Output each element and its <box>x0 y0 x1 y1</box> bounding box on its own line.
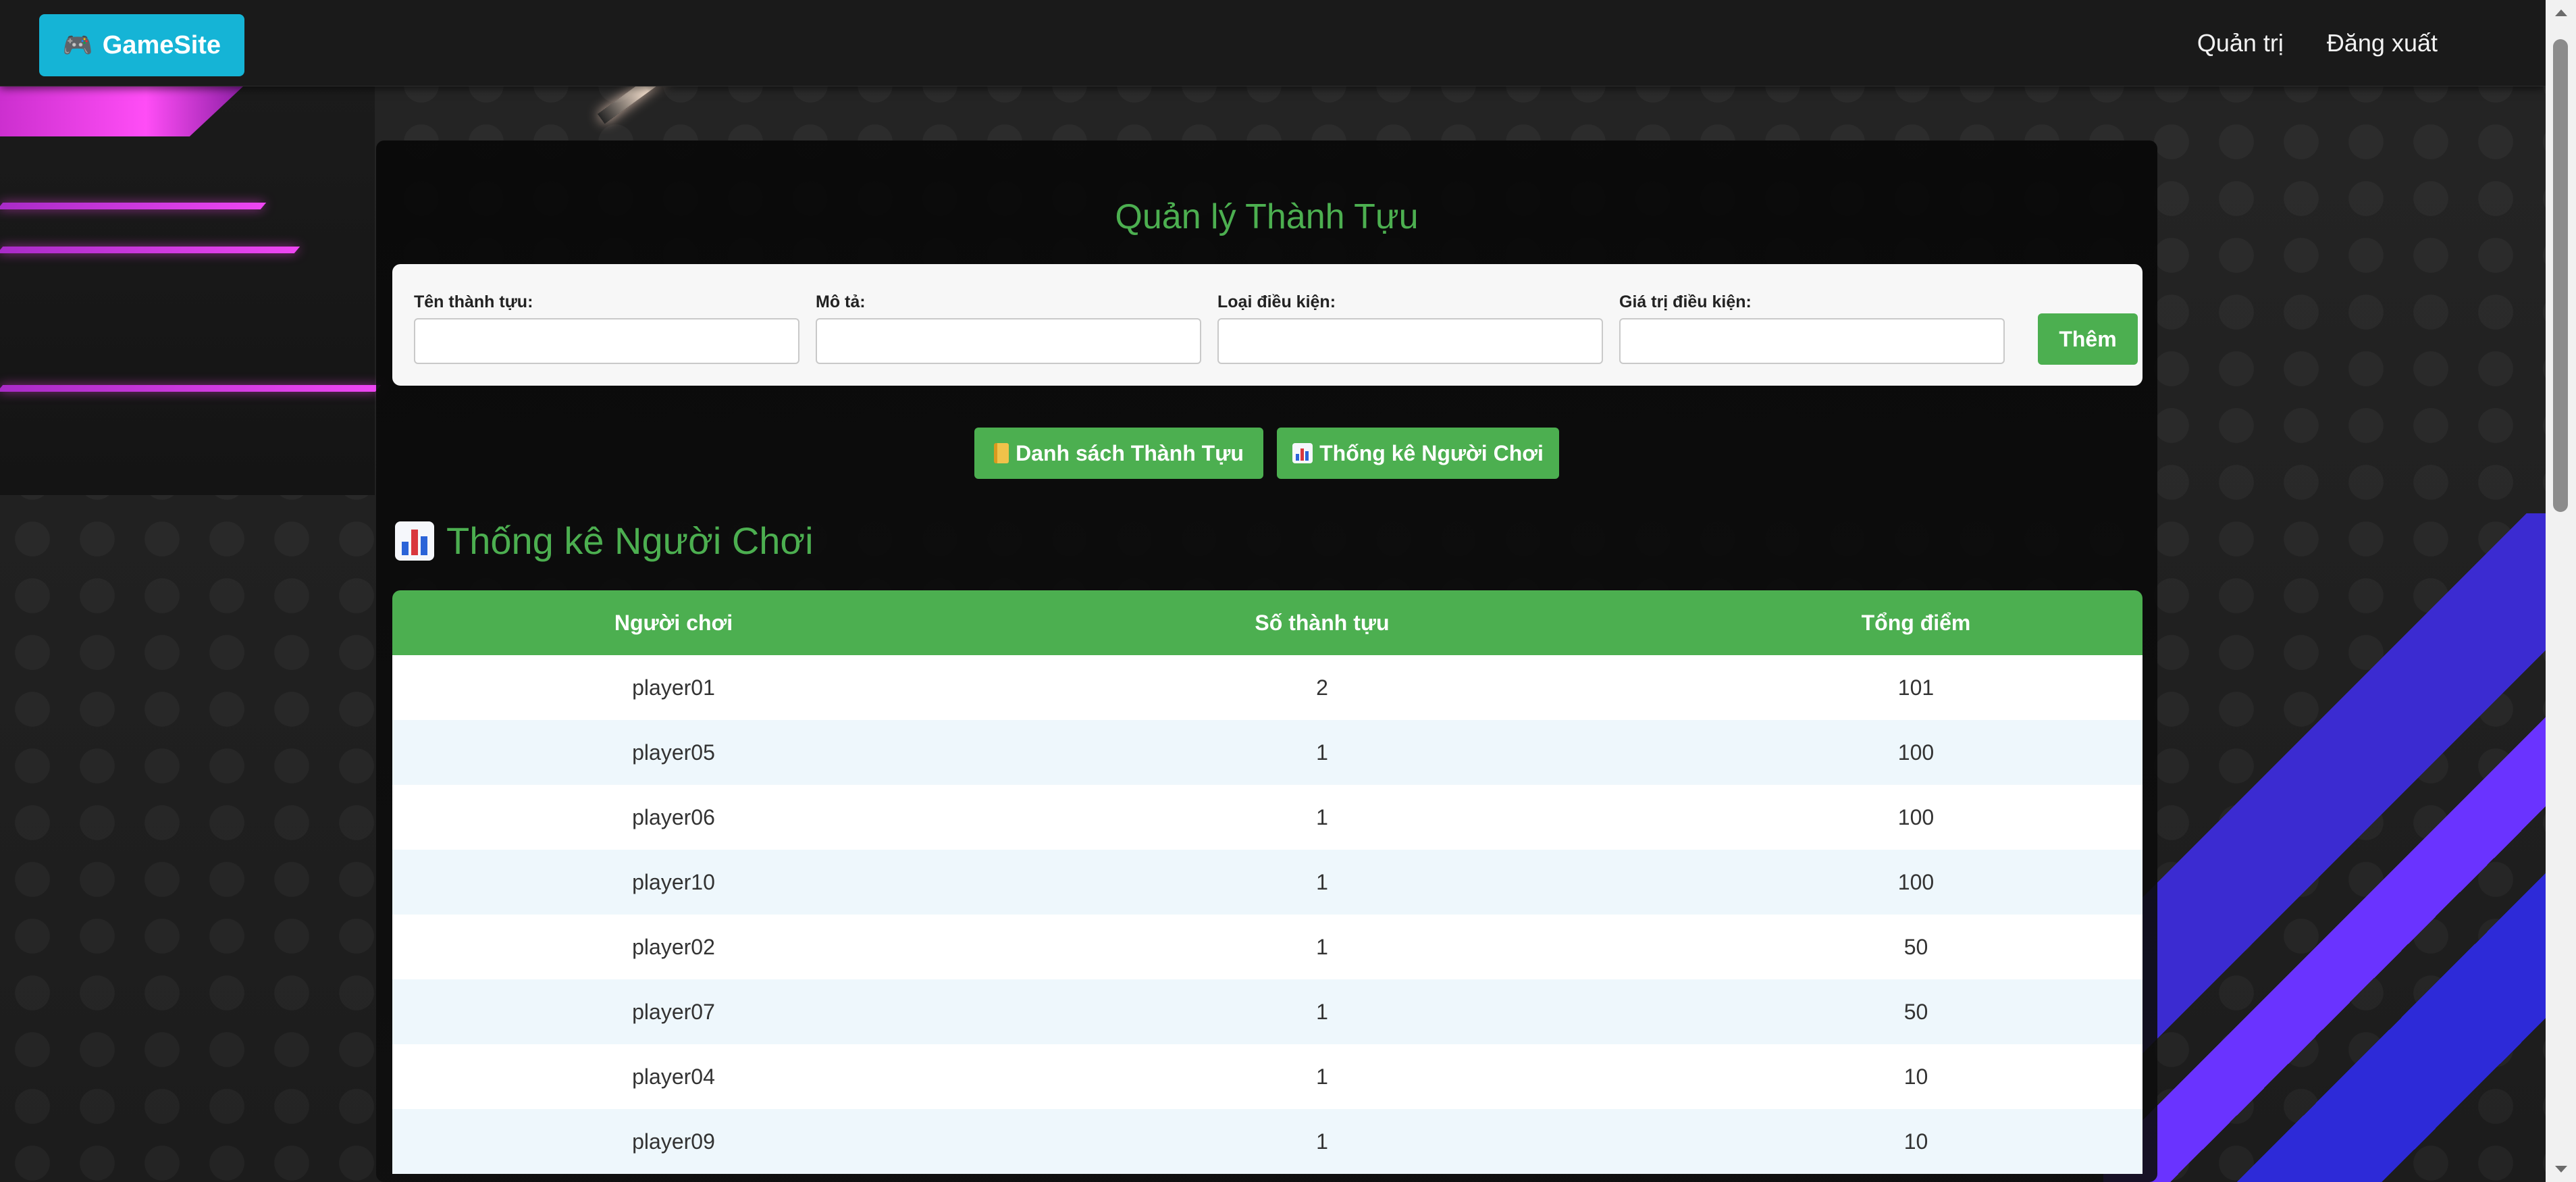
view-tabs: Danh sách Thành Tựu Thống kê Người Chơi <box>376 428 2157 479</box>
table-header-row: Người chơi Số thành tựu Tổng điểm <box>392 590 2143 655</box>
cell-player: player10 <box>392 850 955 915</box>
background-pink-line <box>0 247 300 253</box>
table-row: player02 1 50 <box>392 915 2143 979</box>
cell-player: player01 <box>392 655 955 720</box>
bar-chart-icon <box>395 521 434 561</box>
tab-achievement-list[interactable]: Danh sách Thành Tựu <box>974 428 1263 479</box>
main-container: Quản lý Thành Tựu Tên thành tựu: Mô tả: … <box>376 140 2157 1182</box>
vertical-scrollbar[interactable] <box>2546 0 2576 1182</box>
table-row: player06 1 100 <box>392 785 2143 850</box>
gamepad-icon: 🎮 <box>62 31 93 59</box>
cell-total-score: 50 <box>1689 979 2143 1044</box>
table-row: player10 1 100 <box>392 850 2143 915</box>
nav-link-logout[interactable]: Đăng xuất <box>2327 29 2438 57</box>
section-title: Thống kê Người Chơi <box>395 519 814 563</box>
cell-total-score: 101 <box>1689 655 2143 720</box>
page-title: Quản lý Thành Tựu <box>1115 197 1419 236</box>
field-label: Loại điều kiện: <box>1217 292 1336 311</box>
cell-achievement-count: 1 <box>955 979 1689 1044</box>
cell-total-score: 100 <box>1689 720 2143 785</box>
field-label: Giá trị điều kiện: <box>1619 292 1752 311</box>
background-left-panel <box>0 86 375 495</box>
background-pink-line <box>0 203 267 209</box>
table-row: player09 1 10 <box>392 1109 2143 1174</box>
scroll-thumb[interactable] <box>2553 39 2568 512</box>
bar-chart-icon <box>1292 443 1313 463</box>
scroll-down-arrow-icon[interactable] <box>2555 1166 2567 1173</box>
nav-links: Quản trị Đăng xuất <box>2197 0 2438 86</box>
cell-achievement-count: 1 <box>955 785 1689 850</box>
cell-achievement-count: 1 <box>955 720 1689 785</box>
section-title-label: Thống kê Người Chơi <box>446 519 814 562</box>
scroll-up-arrow-icon[interactable] <box>2555 9 2567 16</box>
cell-player: player02 <box>392 915 955 979</box>
ledger-icon <box>994 443 1009 463</box>
brand-label: GameSite <box>102 30 221 59</box>
cell-total-score: 10 <box>1689 1044 2143 1109</box>
background-pink-stripe <box>0 86 243 136</box>
nav-link-admin[interactable]: Quản trị <box>2197 29 2284 57</box>
cell-player: player04 <box>392 1044 955 1109</box>
tab-player-stats[interactable]: Thống kê Người Chơi <box>1277 428 1559 479</box>
cell-player: player07 <box>392 979 955 1044</box>
cell-achievement-count: 2 <box>955 655 1689 720</box>
table-row: player01 2 101 <box>392 655 2143 720</box>
column-header-achievement-count[interactable]: Số thành tựu <box>955 590 1689 655</box>
background-pink-line <box>0 385 382 392</box>
field-label: Mô tả: <box>816 292 866 311</box>
cell-achievement-count: 1 <box>955 1109 1689 1174</box>
description-input[interactable] <box>816 318 1201 364</box>
cell-total-score: 100 <box>1689 785 2143 850</box>
brand-logo-button[interactable]: 🎮 GameSite <box>39 14 244 76</box>
cell-player: player05 <box>392 720 955 785</box>
condition-type-input[interactable] <box>1217 318 1603 364</box>
add-achievement-form: Tên thành tựu: Mô tả: Loại điều kiện: Gi… <box>392 264 2143 386</box>
cell-total-score: 50 <box>1689 915 2143 979</box>
cell-achievement-count: 1 <box>955 915 1689 979</box>
top-navbar: 🎮 GameSite Quản trị Đăng xuất <box>0 0 2546 86</box>
cell-player: player06 <box>392 785 955 850</box>
player-stats-table: Người chơi Số thành tựu Tổng điểm player… <box>392 590 2143 1174</box>
background-purple-stripes <box>2103 513 2549 1182</box>
table-row: player04 1 10 <box>392 1044 2143 1109</box>
field-label: Tên thành tựu: <box>414 292 533 311</box>
cell-achievement-count: 1 <box>955 850 1689 915</box>
achievement-name-input[interactable] <box>414 318 799 364</box>
column-header-total-score[interactable]: Tổng điểm <box>1689 590 2143 655</box>
table-row: player07 1 50 <box>392 979 2143 1044</box>
tab-label: Danh sách Thành Tựu <box>1016 440 1244 465</box>
add-button[interactable]: Thêm <box>2038 313 2138 365</box>
cell-total-score: 100 <box>1689 850 2143 915</box>
column-header-player[interactable]: Người chơi <box>392 590 955 655</box>
table-row: player05 1 100 <box>392 720 2143 785</box>
cell-player: player09 <box>392 1109 955 1174</box>
condition-value-input[interactable] <box>1619 318 2005 364</box>
cell-total-score: 10 <box>1689 1109 2143 1174</box>
tab-label: Thống kê Người Chơi <box>1319 440 1544 465</box>
cell-achievement-count: 1 <box>955 1044 1689 1109</box>
